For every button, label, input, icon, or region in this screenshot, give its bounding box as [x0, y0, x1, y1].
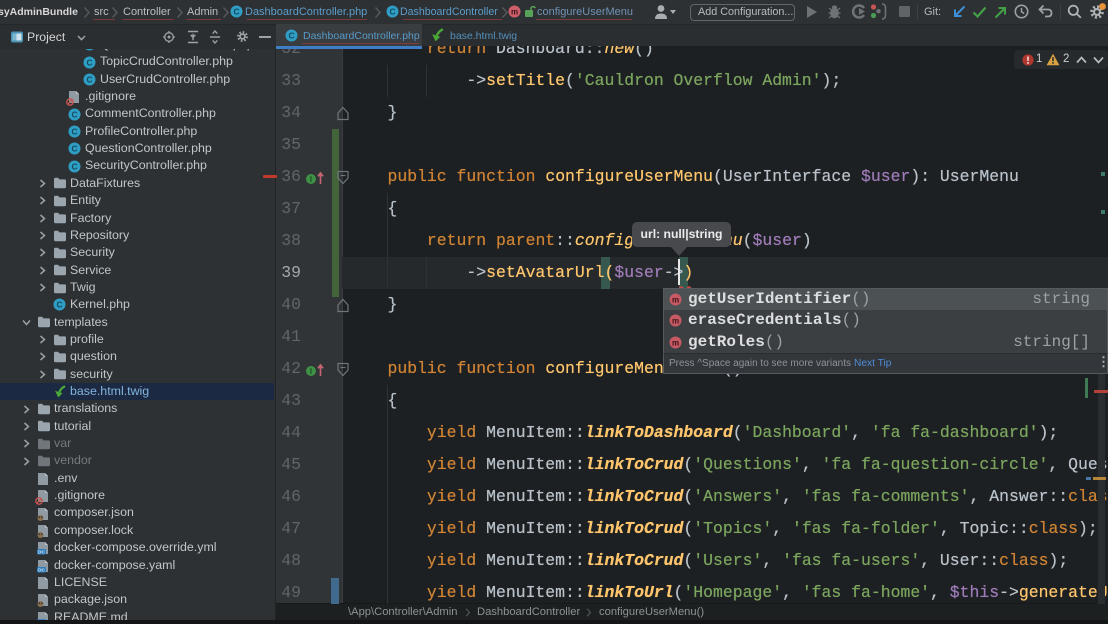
- svg-text:C: C: [71, 109, 77, 119]
- svg-text:DC: DC: [38, 567, 45, 572]
- svg-text:C: C: [233, 7, 239, 17]
- svg-text:MD: MD: [38, 619, 46, 620]
- svg-text:C: C: [71, 144, 77, 154]
- svg-text:m: m: [672, 338, 679, 347]
- svg-text:m: m: [511, 7, 518, 16]
- svg-text:C: C: [56, 300, 62, 310]
- svg-text:C: C: [86, 74, 92, 84]
- svg-text:DC: DC: [38, 550, 45, 555]
- svg-text:C: C: [86, 49, 92, 50]
- svg-text:C: C: [71, 126, 77, 136]
- svg-text:C: C: [288, 31, 294, 41]
- svg-text:C: C: [71, 161, 77, 171]
- svg-text:C: C: [86, 57, 92, 67]
- svg-text:m: m: [672, 295, 679, 304]
- svg-text:C: C: [389, 7, 395, 17]
- svg-text:m: m: [672, 317, 679, 326]
